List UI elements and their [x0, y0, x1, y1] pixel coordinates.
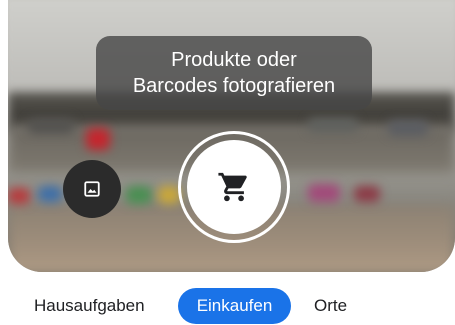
viewfinder-background: [354, 186, 380, 202]
hint-text-line-2: Barcodes fotografieren: [132, 75, 336, 97]
mode-selector: Hausaufgaben Einkaufen Orte: [0, 288, 455, 324]
viewfinder-background: [8, 188, 30, 204]
gallery-button[interactable]: [63, 160, 121, 218]
viewfinder-background: [28, 118, 74, 134]
lens-screen: Produkte oder Barcodes fotografieren Hau…: [0, 0, 455, 325]
viewfinder-background: [388, 120, 428, 136]
viewfinder-background: [308, 118, 358, 132]
hint-bubble: Produkte oder Barcodes fotografieren: [96, 36, 372, 110]
hint-text-line-1: Produkte oder: [171, 49, 297, 71]
mode-hausaufgaben[interactable]: Hausaufgaben: [34, 288, 164, 324]
viewfinder-background: [126, 186, 152, 204]
mode-einkaufen[interactable]: Einkaufen: [178, 288, 291, 324]
image-icon: [84, 181, 100, 197]
viewfinder-background: [308, 184, 340, 202]
shutter-button[interactable]: [178, 131, 290, 243]
mode-orte[interactable]: Orte: [314, 288, 374, 324]
viewfinder-background: [86, 128, 110, 150]
shutter-inner: [187, 140, 281, 234]
shopping-cart-icon: [218, 172, 247, 202]
viewfinder-background: [158, 186, 180, 204]
viewfinder-background: [38, 186, 62, 202]
